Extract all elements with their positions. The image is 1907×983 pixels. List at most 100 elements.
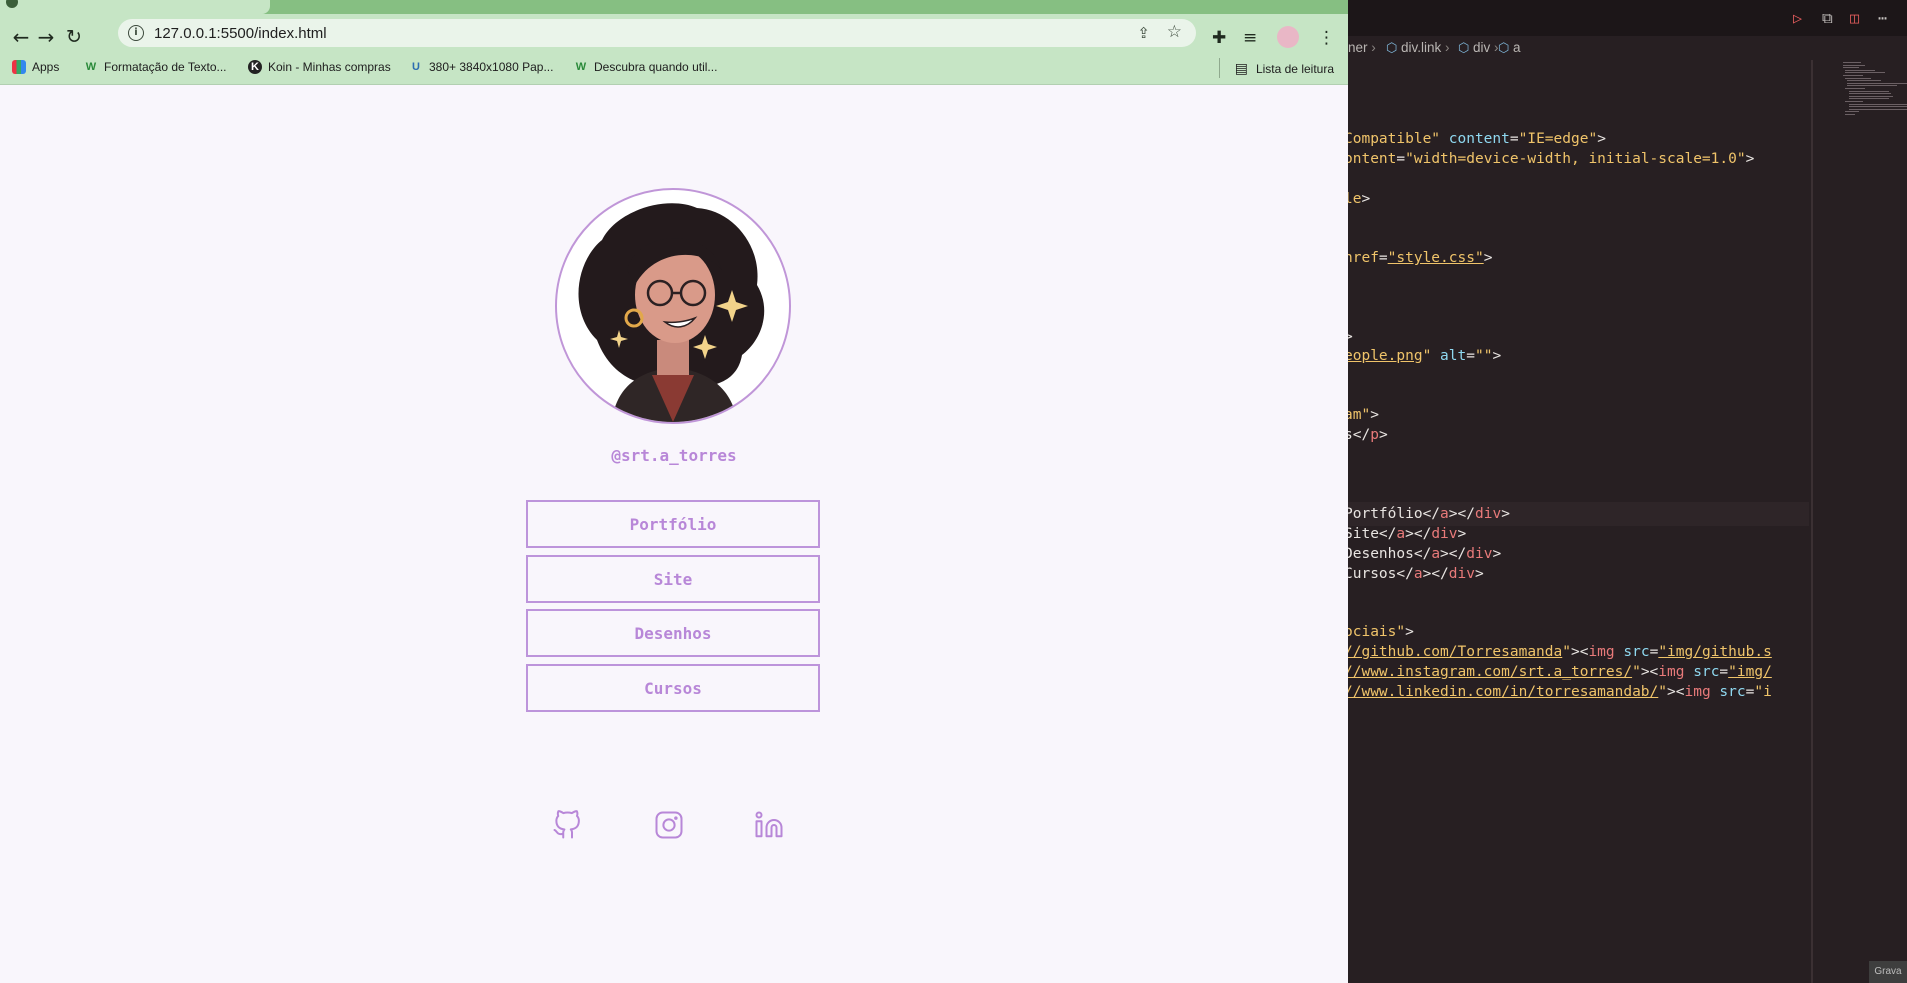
code-token: src [1614, 644, 1650, 660]
minimap-line [1849, 95, 1893, 97]
github-icon[interactable] [552, 810, 582, 840]
address-bar[interactable]: i 127.0.0.1:5500/index.html ⇪ ☆ [118, 19, 1196, 47]
code-token: = [1719, 664, 1729, 680]
code-token: a [1413, 566, 1423, 582]
instagram-icon[interactable] [654, 810, 684, 840]
active-tab[interactable] [0, 0, 270, 14]
code-token: = [1466, 348, 1475, 364]
minimap-line [1847, 80, 1881, 82]
bookmark-item[interactable]: U 380+ 3840x1080 Pap... [409, 60, 553, 74]
code-token: = [1378, 250, 1388, 266]
tab-strip [0, 0, 1348, 14]
breadcrumb-item[interactable]: ⬡ div › [1458, 40, 1498, 56]
w-logo-icon: W [575, 61, 587, 73]
code-line: //www.linkedin.com/in/torresamandab/"><i… [1348, 680, 1772, 704]
code-token: Compatible" [1348, 131, 1441, 147]
breadcrumb-item[interactable]: ner › [1348, 40, 1376, 55]
split-editor-icon[interactable]: ◫ [1850, 9, 1859, 27]
profile-avatar[interactable] [1277, 26, 1299, 48]
code-token: img [1684, 684, 1711, 700]
bookmark-item[interactable]: W Descubra quando util... [574, 60, 718, 74]
minimap-line [1849, 93, 1891, 95]
code-token: " [1658, 684, 1668, 700]
link-site-button[interactable]: Site [526, 555, 820, 603]
code-token: > [1361, 191, 1371, 207]
run-icon[interactable]: ▷ [1793, 9, 1802, 27]
linkedin-icon[interactable] [754, 810, 784, 840]
code-token: am" [1348, 407, 1371, 423]
code-token: > [1457, 526, 1467, 542]
code-token: >< [1640, 664, 1659, 680]
minimap-line [1847, 85, 1897, 87]
bookmark-item[interactable]: Apps [12, 60, 59, 74]
code-token: a [1431, 546, 1441, 562]
code-token: div [1448, 566, 1475, 582]
code-token: Cursos [1348, 566, 1397, 582]
bookmark-label: Koin - Minhas compras [268, 60, 391, 74]
url-text[interactable]: 127.0.0.1:5500/index.html [154, 25, 327, 42]
minimap[interactable] [1811, 60, 1907, 983]
page-content: @srt.a_torres Portfólio Site Desenhos Cu… [0, 88, 1348, 983]
minimap-line [1847, 82, 1907, 84]
w-logo-icon: W [85, 61, 97, 73]
code-editor-window: ▷ ⧉ ◫ ⋯ ner › ⬡ div.link › ⬡ div › ⬡ a Comp… [1348, 0, 1907, 983]
media-queue-icon[interactable]: ≡ [1243, 28, 1257, 48]
profile-avatar-image [555, 188, 791, 424]
element-cube-icon: ⬡ [1386, 40, 1401, 55]
code-token: a [1440, 506, 1449, 522]
minimap-line [1843, 75, 1863, 76]
breadcrumb-chevron-icon: › [1367, 40, 1376, 55]
code-line: le> [1348, 187, 1370, 211]
breadcrumb-label: div.link [1400, 40, 1442, 55]
code-token: " [1632, 664, 1641, 680]
minimap-line [1845, 114, 1855, 115]
code-token: ></ [1405, 526, 1432, 542]
code-token: le [1348, 191, 1362, 207]
reading-list-button[interactable]: ▤ Lista de leitura [1218, 58, 1334, 78]
code-token: = [1509, 131, 1519, 147]
breadcrumb-item[interactable]: ⬡ a [1498, 40, 1520, 56]
reload-icon[interactable]: ↻ [61, 24, 87, 50]
menu-kebab-icon[interactable]: ⋮ [1318, 28, 1335, 48]
code-token: >< [1667, 684, 1685, 700]
code-token: img [1588, 644, 1615, 660]
minimap-line [1845, 111, 1859, 113]
bookmark-item[interactable]: W Formatação de Texto... [84, 60, 227, 74]
code-token: Site [1348, 526, 1379, 542]
code-token: </ [1396, 566, 1414, 582]
k-logo-icon: K [248, 60, 262, 74]
minimap-line [1843, 62, 1861, 63]
code-token: </ [1352, 427, 1371, 443]
bookmark-label: Formatação de Texto... [104, 60, 227, 74]
reading-list-icon: ▤ [1234, 60, 1248, 76]
code-token: "i [1754, 684, 1772, 700]
link-cursos-button[interactable]: Cursos [526, 664, 820, 712]
breadcrumb-item[interactable]: ⬡ div.link › [1386, 40, 1449, 56]
link-desenhos-button[interactable]: Desenhos [526, 609, 820, 657]
share-icon[interactable]: ⇪ [1137, 24, 1150, 42]
bookmark-item[interactable]: K Koin - Minhas compras [248, 60, 391, 74]
code-token: //github.com/Torresamanda [1348, 644, 1563, 660]
breadcrumb-label: div [1472, 40, 1491, 55]
more-actions-icon[interactable]: ⋯ [1878, 9, 1887, 27]
minimap-line [1849, 90, 1889, 92]
minimap-line [1849, 103, 1907, 105]
open-preview-icon[interactable]: ⧉ [1822, 9, 1833, 27]
extensions-puzzle-icon[interactable]: ✚ [1212, 28, 1226, 48]
site-info-icon[interactable]: i [128, 25, 144, 41]
minimap-line [1849, 106, 1907, 108]
breadcrumb-chevron-icon: › [1441, 40, 1450, 55]
profile-handle: @srt.a_torres [611, 446, 737, 465]
code-token: > [1597, 131, 1606, 147]
bookmark-star-icon[interactable]: ☆ [1167, 22, 1182, 42]
forward-arrow-icon[interactable]: → [33, 24, 59, 50]
bookmarks-bar: Apps W Formatação de Texto... K Koin - Minha… [0, 52, 1348, 85]
code-token: "img/ [1728, 664, 1772, 680]
code-token: "img/github.s [1658, 644, 1772, 660]
code-token: > [1378, 427, 1388, 443]
back-arrow-icon[interactable]: ← [8, 24, 34, 50]
code-token: alt [1431, 348, 1467, 364]
code-token: </ [1378, 526, 1397, 542]
code-line: s</p> [1348, 423, 1388, 447]
link-portfolio-button[interactable]: Portfólio [526, 500, 820, 548]
